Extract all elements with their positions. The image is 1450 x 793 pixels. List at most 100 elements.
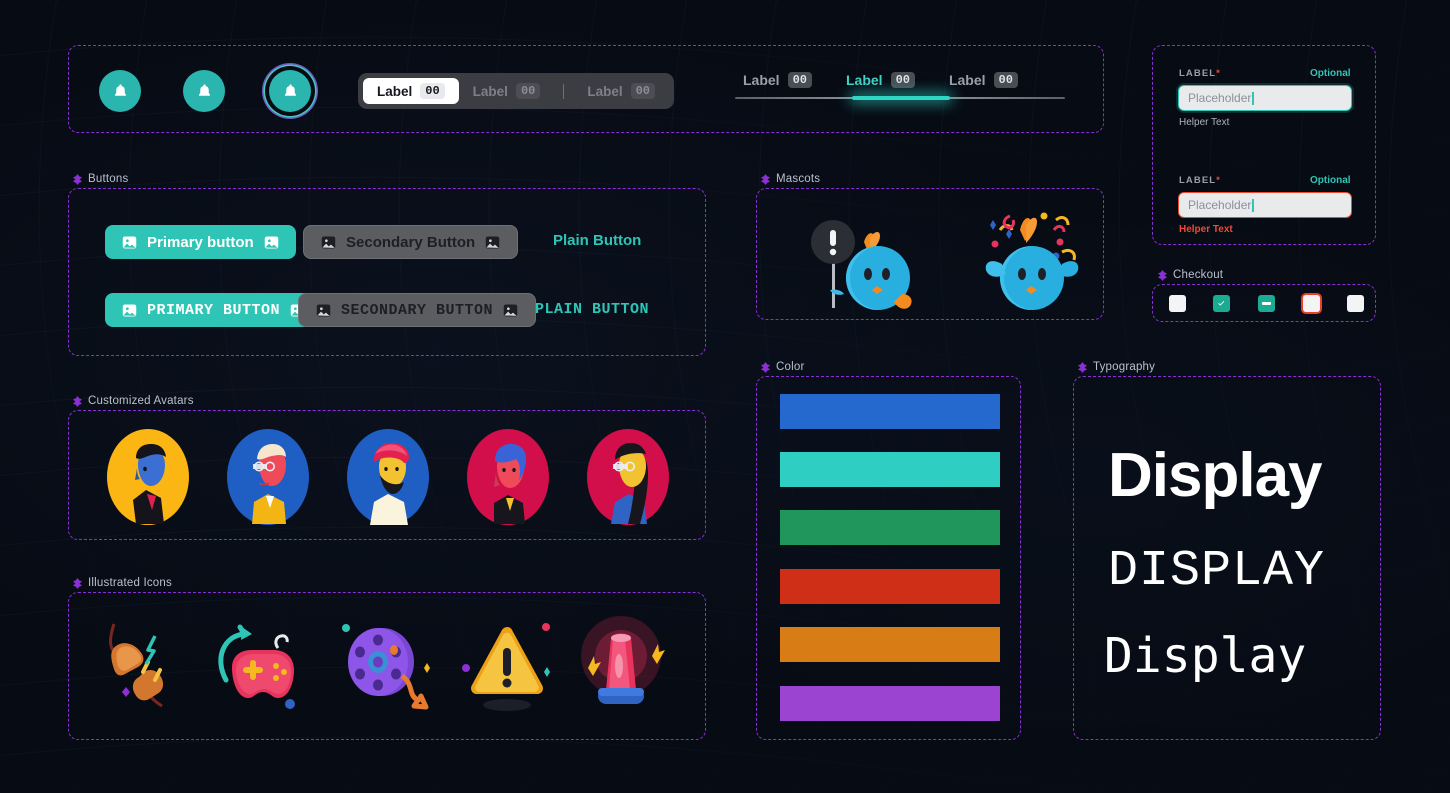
checkbox-unchecked-2[interactable]	[1347, 295, 1364, 312]
field-2-input[interactable]: Placeholder	[1178, 192, 1352, 218]
diamond-icon	[72, 577, 83, 589]
section-label-checkout: Checkout	[1157, 269, 1223, 281]
color-swatch-orange[interactable]	[780, 627, 1000, 662]
section-label-text: Customized Avatars	[88, 395, 194, 407]
segment-chip: 00	[630, 83, 656, 99]
plain-button-label: Plain Button	[553, 232, 642, 249]
bell-icon	[114, 83, 126, 96]
check-icon	[1218, 301, 1225, 306]
avatar-3[interactable]	[346, 428, 430, 526]
unplugged-icon[interactable]	[92, 610, 202, 720]
segmented-control[interactable]: Label 00 Label 00 Label 00	[358, 73, 675, 109]
field-1-label: LABEL*	[1179, 68, 1221, 79]
plain-button-mono[interactable]: PLAIN BUTTON	[535, 301, 649, 318]
avatar-1[interactable]	[106, 428, 190, 526]
image-icon	[321, 235, 336, 249]
field-2-value: Placeholder	[1188, 198, 1252, 212]
avatar-4[interactable]	[466, 428, 550, 526]
diamond-icon	[72, 395, 83, 407]
primary-button[interactable]: Primary button	[103, 223, 297, 261]
segment-1[interactable]: Label 00	[459, 78, 555, 104]
tab-1[interactable]: Label 00	[846, 72, 915, 88]
diamond-icon	[760, 361, 771, 373]
section-label-text: Checkout	[1173, 269, 1224, 281]
tab-2[interactable]: Label 00	[949, 72, 1018, 88]
diamond-icon	[1157, 269, 1168, 281]
text-caret	[1252, 91, 1254, 105]
typography-display-upper: DISPLAY	[1108, 543, 1326, 600]
segment-chip: 00	[515, 83, 541, 99]
segment-chip: 00	[420, 83, 445, 99]
diamond-icon	[72, 173, 83, 185]
image-icon	[485, 235, 500, 249]
section-label-text: Typography	[1093, 361, 1156, 373]
warning-triangle-icon[interactable]	[452, 610, 562, 720]
tab-label: Label	[948, 72, 986, 88]
section-label-buttons: Buttons	[72, 173, 128, 185]
image-icon	[122, 235, 137, 249]
section-label-typography: Typography	[1077, 361, 1155, 373]
plain-button-mono-label: PLAIN BUTTON	[535, 301, 650, 318]
siren-icon[interactable]	[566, 610, 676, 720]
color-swatch-purple[interactable]	[780, 686, 1000, 721]
avatar-2[interactable]	[226, 428, 310, 526]
bell-button-focus[interactable]	[269, 70, 311, 112]
field-1-input[interactable]: Placeholder	[1178, 85, 1352, 111]
mascot-bird-celebrate	[985, 212, 1079, 310]
primary-button-label: Primary button	[147, 233, 254, 251]
field-2-label: LABEL*	[1179, 175, 1221, 186]
field-1-value: Placeholder	[1188, 91, 1252, 105]
typography-display-sans: Display	[1108, 441, 1323, 510]
field-2-required-marker: *	[1216, 175, 1221, 186]
bell-button-default[interactable]	[99, 70, 141, 112]
image-icon	[503, 303, 518, 317]
bell-icon	[198, 83, 210, 96]
buttons-frame	[68, 188, 706, 356]
segment-0[interactable]: Label 00	[363, 78, 459, 104]
tab-label: Label	[845, 72, 883, 88]
bell-icon	[284, 83, 296, 96]
primary-button-mono[interactable]: PRIMARY BUTTON	[103, 291, 324, 329]
checkbox-checked[interactable]	[1213, 295, 1230, 312]
color-swatch-red[interactable]	[780, 569, 1000, 604]
field-2-optional: Optional	[1310, 175, 1351, 186]
section-label-color: Color	[760, 361, 804, 373]
checkbox-indeterminate[interactable]	[1258, 295, 1275, 312]
diamond-icon	[760, 173, 771, 185]
tab-track	[735, 96, 1065, 100]
text-caret	[1252, 198, 1254, 212]
primary-button-mono-label: PRIMARY BUTTON	[147, 301, 281, 319]
color-swatch-green[interactable]	[780, 510, 1000, 545]
secondary-button-mono-label: SECONDARY BUTTON	[341, 301, 494, 319]
plain-button[interactable]: Plain Button	[553, 232, 641, 249]
tab-bar[interactable]: Label 00 Label 00 Label 00	[735, 72, 1065, 100]
minus-icon	[1262, 302, 1271, 305]
tab-chip: 00	[787, 72, 812, 88]
gamepad-icon[interactable]	[208, 610, 318, 720]
section-label-illustrated-icons: Illustrated Icons	[72, 577, 172, 589]
field-1-required-marker: *	[1216, 68, 1221, 79]
secondary-button[interactable]: Secondary Button	[303, 225, 519, 259]
color-swatch-teal[interactable]	[780, 452, 1000, 487]
field-1-optional: Optional	[1310, 68, 1351, 79]
checkbox-error[interactable]	[1303, 295, 1320, 312]
checkbox-unchecked[interactable]	[1169, 295, 1186, 312]
segment-label: Label	[587, 83, 623, 99]
section-label-text: Illustrated Icons	[88, 577, 172, 589]
tab-chip: 00	[993, 72, 1018, 88]
secondary-button-mono[interactable]: SECONDARY BUTTON	[298, 293, 537, 327]
segment-label: Label	[472, 83, 508, 99]
film-reel-icon[interactable]	[330, 610, 440, 720]
color-swatch-blue[interactable]	[780, 394, 1000, 429]
section-label-avatars: Customized Avatars	[72, 395, 194, 407]
section-label-text: Buttons	[88, 173, 129, 185]
bell-button-glow[interactable]	[170, 57, 238, 125]
segment-2[interactable]: Label 00	[573, 78, 669, 104]
field-1-helper: Helper Text	[1179, 117, 1230, 128]
section-label-text: Mascots	[776, 173, 821, 185]
section-label-text: Color	[776, 361, 805, 373]
tab-0[interactable]: Label 00	[743, 72, 812, 88]
diamond-icon	[1077, 361, 1088, 373]
avatar-5[interactable]	[586, 428, 670, 526]
image-icon	[122, 303, 137, 317]
